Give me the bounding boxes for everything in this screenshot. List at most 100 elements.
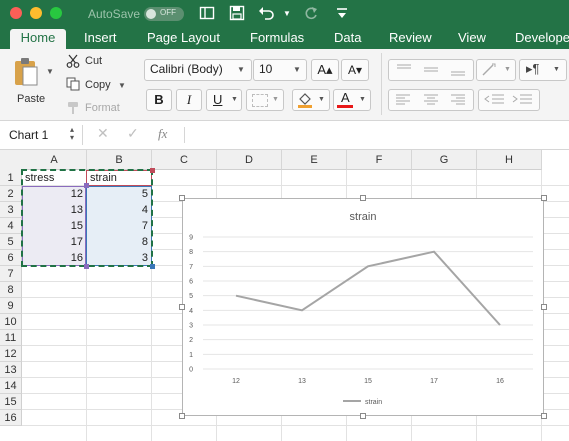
autosave-toggle[interactable]: OFF <box>144 7 184 21</box>
cell-a3[interactable]: 13 <box>22 202 86 218</box>
row-header-13[interactable]: 13 <box>0 362 22 378</box>
row-header-14[interactable]: 14 <box>0 378 22 394</box>
horizontal-align-group[interactable] <box>388 89 474 111</box>
column-header-d[interactable]: D <box>217 150 282 170</box>
row-header-16[interactable]: 16 <box>0 410 22 426</box>
customize-toolbar-icon[interactable] <box>333 5 351 23</box>
redo-icon[interactable] <box>302 5 320 23</box>
row-header-5[interactable]: 5 <box>0 234 22 250</box>
row-header-8[interactable]: 8 <box>0 282 22 298</box>
undo-icon[interactable] <box>258 5 276 23</box>
font-name-select[interactable]: Calibri (Body) ▼ <box>144 59 252 81</box>
resize-handle-e[interactable] <box>541 304 547 310</box>
cell-a2[interactable]: 12 <box>22 186 86 202</box>
close-window-button[interactable] <box>10 7 22 19</box>
chevron-down-icon: ▼ <box>293 65 301 74</box>
formula-input[interactable] <box>190 127 560 143</box>
copy-icon[interactable] <box>66 77 80 91</box>
undo-dropdown-icon[interactable]: ▼ <box>283 9 291 18</box>
paste-label[interactable]: Paste <box>17 93 45 105</box>
zoom-window-button[interactable] <box>50 7 62 19</box>
row-header-7[interactable]: 7 <box>0 266 22 282</box>
cell-a1[interactable]: stress <box>22 170 86 186</box>
font-color-button[interactable]: A ▼ <box>333 89 371 111</box>
resize-handle-w[interactable] <box>179 304 185 310</box>
copy-dropdown-icon[interactable]: ▼ <box>118 81 126 90</box>
vertical-align-group[interactable] <box>388 59 474 81</box>
column-header-b[interactable]: B <box>87 150 152 170</box>
row-header-4[interactable]: 4 <box>0 218 22 234</box>
cancel-entry-button[interactable]: ✕ <box>97 125 109 142</box>
select-all-corner[interactable] <box>0 150 23 171</box>
decrease-font-size-button[interactable]: A▾ <box>341 59 369 81</box>
column-header-h[interactable]: H <box>477 150 542 170</box>
insert-function-button[interactable]: fx <box>158 126 167 142</box>
row-header-9[interactable]: 9 <box>0 298 22 314</box>
cell-b6[interactable]: 3 <box>87 250 151 266</box>
sidebar-icon[interactable] <box>198 5 216 23</box>
tab-view[interactable]: View <box>458 29 486 49</box>
row-header-15[interactable]: 15 <box>0 394 22 410</box>
resize-handle-n[interactable] <box>360 195 366 201</box>
tab-page-layout[interactable]: Page Layout <box>147 29 220 49</box>
copy-label[interactable]: Copy <box>85 79 111 91</box>
row-header-10[interactable]: 10 <box>0 314 22 330</box>
tab-review[interactable]: Review <box>389 29 432 49</box>
tab-insert[interactable]: Insert <box>84 29 117 49</box>
tab-formulas[interactable]: Formulas <box>250 29 304 49</box>
row-header-12[interactable]: 12 <box>0 346 22 362</box>
cell-a4[interactable]: 15 <box>22 218 86 234</box>
cell-b5[interactable]: 8 <box>87 234 151 250</box>
underline-button[interactable]: U ▼ <box>206 89 242 111</box>
confirm-entry-button[interactable]: ✓ <box>127 125 139 142</box>
tab-developer[interactable]: Develope <box>515 29 569 49</box>
format-painter-icon[interactable] <box>66 101 80 115</box>
row-header-3[interactable]: 3 <box>0 202 22 218</box>
resize-handle-nw[interactable] <box>179 195 185 201</box>
series-line-strain[interactable] <box>235 250 501 326</box>
cell-b1[interactable]: strain <box>87 170 151 186</box>
increase-font-size-button[interactable]: A▴ <box>311 59 339 81</box>
cell-b4[interactable]: 7 <box>87 218 151 234</box>
column-header-f[interactable]: F <box>347 150 412 170</box>
column-header-c[interactable]: C <box>152 150 217 170</box>
row-header-6[interactable]: 6 <box>0 250 22 266</box>
resize-handle-s[interactable] <box>360 413 366 419</box>
cut-label[interactable]: Cut <box>85 55 102 67</box>
cell-a5[interactable]: 17 <box>22 234 86 250</box>
paste-icon[interactable] <box>12 57 40 87</box>
resize-handle-sw[interactable] <box>179 413 185 419</box>
chart[interactable]: strain 0123456789 12 13 15 17 16 strain <box>182 198 544 416</box>
cell-b2[interactable]: 5 <box>87 186 151 202</box>
indent-group[interactable] <box>478 89 540 111</box>
resize-handle-ne[interactable] <box>541 195 547 201</box>
x-tick-label: 15 <box>364 378 372 385</box>
italic-button[interactable]: I <box>176 89 202 111</box>
row-header-2[interactable]: 2 <box>0 186 22 202</box>
paste-dropdown-icon[interactable]: ▼ <box>46 67 54 76</box>
font-size-select[interactable]: 10 ▼ <box>253 59 307 81</box>
row-header-1[interactable]: 1 <box>0 170 22 186</box>
column-header-e[interactable]: E <box>282 150 347 170</box>
orientation-button[interactable]: ▼ <box>476 59 516 81</box>
borders-button[interactable]: ▼ <box>246 89 284 111</box>
format-painter-label[interactable]: Format <box>85 102 120 114</box>
tab-home[interactable]: Home <box>10 29 66 49</box>
save-icon[interactable] <box>228 5 246 23</box>
bold-button[interactable]: B <box>146 89 172 111</box>
scissors-icon[interactable] <box>66 54 80 68</box>
fill-color-button[interactable]: ▼ <box>292 89 330 111</box>
chevron-down-icon: ▼ <box>231 96 238 103</box>
y-tick-label: 8 <box>189 249 193 256</box>
column-header-g[interactable]: G <box>412 150 477 170</box>
cell-b3[interactable]: 4 <box>87 202 151 218</box>
paragraph-button[interactable]: ▸¶ ▼ <box>519 59 567 81</box>
row-header-11[interactable]: 11 <box>0 330 22 346</box>
name-box-stepper-icon[interactable]: ▴ ▾ <box>70 126 74 142</box>
cell-a6[interactable]: 16 <box>22 250 86 266</box>
tab-data[interactable]: Data <box>334 29 361 49</box>
minimize-window-button[interactable] <box>30 7 42 19</box>
column-header-a[interactable]: A <box>22 150 87 170</box>
resize-handle-se[interactable] <box>541 413 547 419</box>
name-box[interactable]: Chart 1 ▴ ▾ <box>0 125 83 145</box>
